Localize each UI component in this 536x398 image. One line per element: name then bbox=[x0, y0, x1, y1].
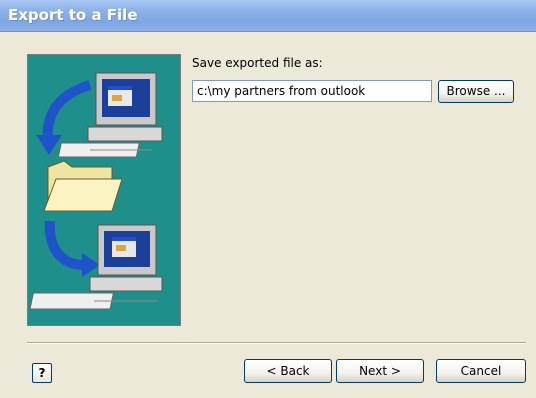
cancel-button[interactable]: Cancel bbox=[436, 359, 526, 383]
folder-icon bbox=[43, 160, 123, 212]
export-illustration-graphic bbox=[29, 72, 163, 310]
title-bar[interactable]: Export to a File bbox=[0, 0, 536, 32]
divider bbox=[27, 342, 526, 344]
arrow-right-icon bbox=[44, 220, 85, 270]
top-computer-icon bbox=[57, 72, 163, 158]
export-illustration bbox=[27, 54, 181, 326]
save-as-label: Save exported file as: bbox=[192, 56, 323, 70]
window-title: Export to a File bbox=[8, 6, 138, 24]
arrow-down-icon bbox=[42, 80, 92, 140]
back-button[interactable]: < Back bbox=[244, 359, 332, 383]
help-button[interactable]: ? bbox=[32, 363, 52, 383]
file-path-input[interactable] bbox=[192, 80, 432, 102]
browse-button[interactable]: Browse ... bbox=[438, 80, 514, 103]
help-icon: ? bbox=[38, 366, 46, 380]
next-button[interactable]: Next > bbox=[336, 359, 424, 383]
